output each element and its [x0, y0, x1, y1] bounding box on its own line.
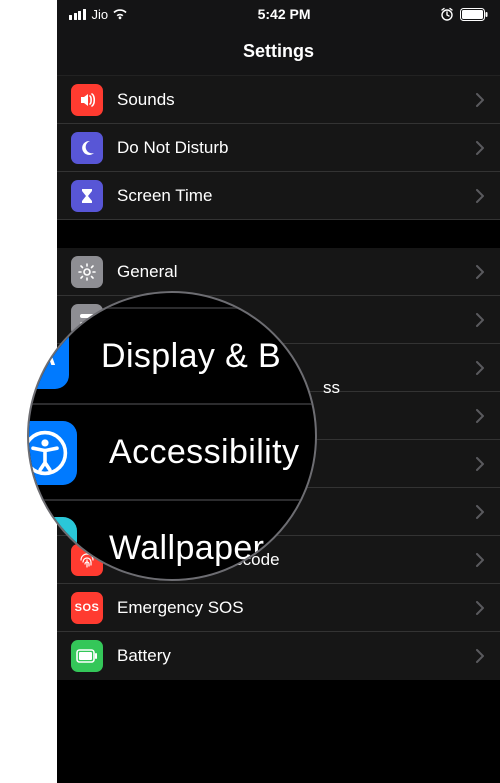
carrier-label: Jio — [92, 7, 109, 22]
chevron-right-icon — [476, 601, 484, 615]
row-do-not-disturb[interactable]: Do Not Disturb — [57, 124, 500, 172]
chevron-right-icon — [476, 189, 484, 203]
status-left: Jio — [69, 7, 128, 22]
status-time: 5:42 PM — [258, 6, 311, 22]
chevron-right-icon — [476, 93, 484, 107]
row-sounds[interactable]: Sounds — [57, 76, 500, 124]
nav-title: Settings — [57, 28, 500, 76]
aa-icon: AA — [27, 324, 69, 388]
row-emergency-sos[interactable]: SOS Emergency SOS — [57, 584, 500, 632]
row-label: Sounds — [117, 90, 476, 110]
row-general[interactable]: General — [57, 248, 500, 296]
display-row-tail: ss — [323, 378, 340, 398]
cellular-signal-icon — [69, 9, 86, 20]
row-label: General — [117, 262, 476, 282]
gear-icon — [71, 256, 103, 288]
section-separator — [57, 220, 500, 248]
alarm-icon — [440, 7, 454, 21]
mag-accessibility-label: Accessibility — [109, 432, 317, 472]
chevron-right-icon — [476, 313, 484, 327]
mag-wallpaper-label: Wallpaper — [109, 528, 317, 568]
hourglass-icon — [71, 180, 103, 212]
chevron-right-icon — [476, 505, 484, 519]
sounds-icon — [71, 84, 103, 116]
battery-icon — [460, 8, 488, 21]
row-label: Battery — [117, 646, 476, 666]
chevron-right-icon — [476, 457, 484, 471]
row-label: Emergency SOS — [117, 598, 476, 618]
chevron-right-icon — [476, 141, 484, 155]
chevron-right-icon — [476, 649, 484, 663]
row-label: Do Not Disturb — [117, 138, 476, 158]
row-screen-time[interactable]: Screen Time — [57, 172, 500, 220]
magnifier-callout: AA Display & B Accessibility Wallpaper — [27, 291, 317, 581]
battery-tile-icon — [71, 640, 103, 672]
chevron-right-icon — [476, 553, 484, 567]
moon-icon — [71, 132, 103, 164]
accessibility-icon — [27, 420, 77, 484]
sos-icon: SOS — [71, 592, 103, 624]
chevron-right-icon — [476, 265, 484, 279]
page-title: Settings — [243, 41, 314, 62]
chevron-right-icon — [476, 361, 484, 375]
status-right — [440, 7, 488, 21]
flower-icon — [27, 516, 77, 580]
row-label: Screen Time — [117, 186, 476, 206]
wifi-icon — [112, 8, 128, 20]
canvas: Jio 5:42 PM Settings Sounds — [0, 0, 500, 783]
row-battery[interactable]: Battery — [57, 632, 500, 680]
chevron-right-icon — [476, 409, 484, 423]
mag-display-label: Display & B — [101, 336, 317, 376]
status-bar: Jio 5:42 PM — [57, 0, 500, 28]
